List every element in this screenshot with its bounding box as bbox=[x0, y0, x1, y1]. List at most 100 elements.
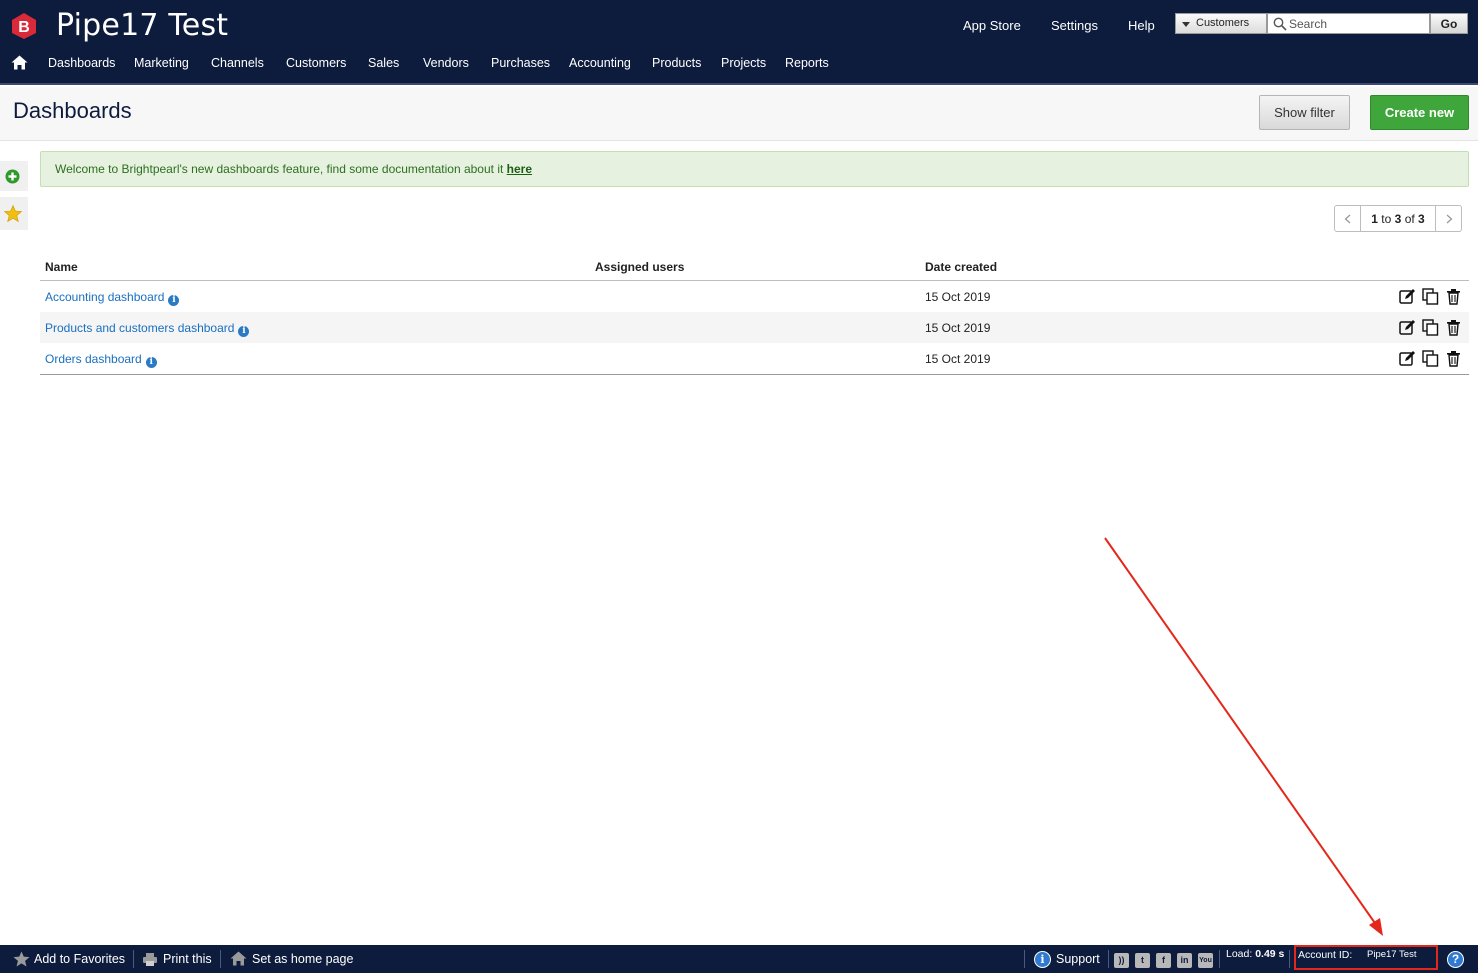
load-label: Load: bbox=[1226, 948, 1253, 960]
chevron-right-icon bbox=[1446, 214, 1453, 224]
table-row: Products and customers dashboard i 15 Oct… bbox=[40, 312, 1469, 343]
nav-reports[interactable]: Reports bbox=[785, 56, 829, 70]
date-created: 15 Oct 2019 bbox=[925, 290, 991, 304]
info-icon[interactable]: i bbox=[168, 295, 180, 306]
search-icon bbox=[1273, 17, 1287, 31]
info-icon: i bbox=[1034, 951, 1051, 968]
welcome-alert: Welcome to Brightpearl's new dashboards … bbox=[40, 151, 1469, 187]
nav-channels[interactable]: Channels bbox=[211, 56, 264, 70]
rss-icon[interactable]: )) bbox=[1114, 953, 1129, 968]
nav-sales[interactable]: Sales bbox=[368, 56, 399, 70]
help-link[interactable]: Help bbox=[1128, 18, 1155, 33]
info-icon[interactable]: i bbox=[238, 326, 250, 337]
col-assigned-users[interactable]: Assigned users bbox=[595, 260, 684, 274]
search-box[interactable] bbox=[1267, 13, 1430, 34]
nav-projects[interactable]: Projects bbox=[721, 56, 766, 70]
top-header: B Pipe17 Test App Store Settings Help Cu… bbox=[0, 0, 1478, 85]
twitter-icon[interactable]: t bbox=[1135, 953, 1150, 968]
trash-icon[interactable] bbox=[1445, 319, 1462, 336]
next-page-button[interactable] bbox=[1435, 206, 1461, 231]
app-store-link[interactable]: App Store bbox=[963, 18, 1021, 33]
edit-icon[interactable] bbox=[1399, 319, 1416, 336]
facebook-icon[interactable]: f bbox=[1156, 953, 1171, 968]
linkedin-icon[interactable]: in bbox=[1177, 953, 1192, 968]
page-title: Dashboards bbox=[13, 98, 132, 123]
date-created: 15 Oct 2019 bbox=[925, 321, 991, 335]
footer-divider bbox=[133, 950, 134, 968]
dashboard-link[interactable]: Products and customers dashboard i bbox=[45, 321, 250, 337]
page-header: Dashboards Show filter Create new bbox=[0, 87, 1478, 141]
copy-icon[interactable] bbox=[1422, 288, 1439, 305]
documentation-link[interactable]: here bbox=[507, 162, 532, 176]
table-row: Orders dashboard i 15 Oct 2019 bbox=[40, 343, 1469, 374]
pagination-label: 1 to 3 of 3 bbox=[1361, 212, 1435, 226]
trash-icon[interactable] bbox=[1445, 288, 1462, 305]
youtube-icon[interactable]: You bbox=[1198, 953, 1213, 968]
app-title: Pipe17 Test bbox=[56, 8, 229, 43]
star-icon bbox=[13, 951, 30, 967]
plus-circle-icon bbox=[5, 169, 20, 184]
copy-icon[interactable] bbox=[1422, 319, 1439, 336]
nav-marketing[interactable]: Marketing bbox=[134, 56, 189, 70]
search-scope-dropdown[interactable]: Customers bbox=[1175, 13, 1267, 34]
copy-icon[interactable] bbox=[1422, 350, 1439, 367]
nav-dashboards[interactable]: Dashboards bbox=[48, 56, 115, 70]
footer-divider bbox=[1108, 950, 1109, 968]
chevron-left-icon bbox=[1344, 214, 1351, 224]
account-id-value: Pipe17 Test bbox=[1367, 949, 1417, 960]
support-link[interactable]: Support bbox=[1056, 952, 1100, 966]
nav-vendors[interactable]: Vendors bbox=[423, 56, 469, 70]
search-input[interactable] bbox=[1289, 15, 1427, 32]
dashboard-name[interactable]: Orders dashboard bbox=[45, 352, 142, 366]
caret-down-icon bbox=[1182, 22, 1190, 27]
search-go-button[interactable]: Go bbox=[1430, 13, 1468, 34]
pager-from: 1 bbox=[1371, 212, 1378, 226]
home-icon bbox=[230, 951, 247, 966]
settings-link[interactable]: Settings bbox=[1051, 18, 1098, 33]
table-header: Name Assigned users Date created bbox=[40, 256, 1469, 281]
prev-page-button[interactable] bbox=[1335, 206, 1361, 231]
load-time: Load: 0.49 s bbox=[1226, 948, 1284, 960]
create-new-button[interactable]: Create new bbox=[1370, 95, 1469, 130]
footer-bar: Add to Favorites Print this Set as home … bbox=[0, 945, 1478, 973]
dashboard-link[interactable]: Orders dashboard i bbox=[45, 352, 157, 368]
dashboard-link[interactable]: Accounting dashboard i bbox=[45, 290, 180, 306]
set-home-page-link[interactable]: Set as home page bbox=[252, 952, 353, 966]
footer-divider bbox=[220, 950, 221, 968]
date-created: 15 Oct 2019 bbox=[925, 352, 991, 366]
svg-text:B: B bbox=[18, 19, 30, 36]
show-filter-button[interactable]: Show filter bbox=[1259, 95, 1350, 130]
table-row: Accounting dashboard i 15 Oct 2019 bbox=[40, 281, 1469, 312]
home-icon[interactable] bbox=[11, 55, 28, 70]
account-id-label: Account ID: bbox=[1298, 949, 1353, 961]
account-id-highlight: Account ID: Pipe17 Test bbox=[1294, 945, 1438, 970]
app-root: B Pipe17 Test App Store Settings Help Cu… bbox=[0, 0, 1478, 973]
footer-divider bbox=[1024, 950, 1025, 968]
footer-divider bbox=[1219, 950, 1220, 968]
nav-customers[interactable]: Customers bbox=[286, 56, 346, 70]
alert-text: Welcome to Brightpearl's new dashboards … bbox=[55, 162, 507, 176]
pager-to: 3 bbox=[1394, 212, 1402, 226]
nav-accounting[interactable]: Accounting bbox=[569, 56, 631, 70]
help-icon[interactable]: ? bbox=[1447, 951, 1464, 968]
edit-icon[interactable] bbox=[1399, 288, 1416, 305]
nav-products[interactable]: Products bbox=[652, 56, 701, 70]
printer-icon bbox=[143, 953, 157, 966]
col-name[interactable]: Name bbox=[45, 260, 78, 274]
dashboard-name[interactable]: Accounting dashboard bbox=[45, 290, 164, 304]
add-to-favorites-link[interactable]: Add to Favorites bbox=[34, 952, 125, 966]
nav-purchases[interactable]: Purchases bbox=[491, 56, 550, 70]
trash-icon[interactable] bbox=[1445, 350, 1462, 367]
brightpearl-logo[interactable]: B bbox=[10, 12, 38, 40]
edit-icon[interactable] bbox=[1399, 350, 1416, 367]
info-icon[interactable]: i bbox=[145, 357, 157, 368]
print-this-link[interactable]: Print this bbox=[163, 952, 212, 966]
col-date-created[interactable]: Date created bbox=[925, 260, 997, 274]
side-add-button[interactable] bbox=[0, 161, 28, 191]
search-scope-label: Customers bbox=[1196, 17, 1250, 29]
annotation-arrow bbox=[1104, 537, 1383, 936]
dashboard-name[interactable]: Products and customers dashboard bbox=[45, 321, 234, 335]
table-bottom-border bbox=[40, 374, 1469, 375]
pager-total: 3 bbox=[1418, 212, 1425, 226]
side-favorites-button[interactable] bbox=[0, 197, 28, 230]
